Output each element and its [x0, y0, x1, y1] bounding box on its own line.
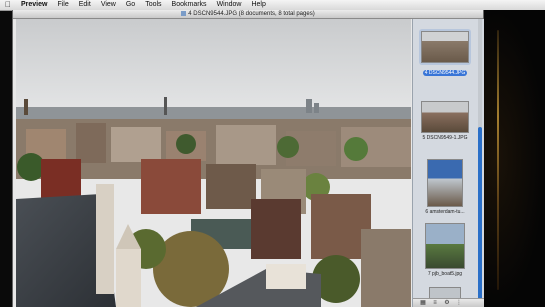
main-photo[interactable] [16, 19, 411, 307]
amsterdam-photo [16, 19, 411, 307]
list-view-icon[interactable]: ≡ [431, 300, 439, 306]
thumbnail-caption: 6 amsterdam-tu... [425, 209, 465, 215]
light-streak [497, 30, 499, 290]
menu-bookmarks[interactable]: Bookmarks [167, 0, 212, 10]
resize-handle-icon[interactable]: ⋮ [455, 300, 463, 306]
thumbnail-caption: 4 DSCN9544.JPG [422, 70, 468, 76]
menu-app[interactable]: Preview [16, 0, 52, 10]
window-titlebar[interactable]: 4 DSCN9544.JPG (8 documents, 8 total pag… [13, 10, 483, 19]
menu-help[interactable]: Help [246, 0, 270, 10]
thumbnail-caption: 7 pjb_boat5.jpg [427, 271, 463, 277]
action-icon[interactable]: ⚙ [443, 300, 451, 306]
desktop-background [484, 10, 545, 307]
thumbnail-item[interactable]: 5 DSCN9549-1.JPG [413, 101, 477, 141]
thumbnail-image [421, 31, 469, 63]
thumbnail-sidebar: 4 DSCN9544.JPG 5 DSCN9549-1.JPG 6 amster… [412, 19, 484, 307]
thumbnail-item[interactable]: 4 DSCN9544.JPG [413, 29, 477, 76]
menu-edit[interactable]: Edit [74, 0, 96, 10]
thumbnail-image [421, 101, 469, 133]
scrollbar-thumb[interactable] [478, 127, 482, 307]
thumbnail-item[interactable]: 7 pjb_boat5.jpg [413, 223, 477, 277]
apple-icon[interactable]:  [0, 0, 16, 10]
window-title: 4 DSCN9544.JPG (8 documents, 8 total pag… [188, 11, 315, 17]
menu-go[interactable]: Go [121, 0, 140, 10]
sidebar-bottom-bar: ▦ ≡ ⚙ ⋮ [413, 298, 484, 307]
document-icon [181, 11, 187, 16]
menu-view[interactable]: View [96, 0, 121, 10]
thumbnail-caption: 5 DSCN9549-1.JPG [422, 135, 468, 141]
menu-tools[interactable]: Tools [140, 0, 166, 10]
preview-window: 4 DSCN9544.JPG (8 documents, 8 total pag… [12, 10, 484, 307]
grid-view-icon[interactable]: ▦ [419, 300, 427, 306]
thumbnail-item[interactable]: 6 amsterdam-tu... [413, 159, 477, 215]
menu-window[interactable]: Window [212, 0, 247, 10]
thumbnail-image [427, 159, 463, 207]
thumbnail-image [425, 223, 465, 269]
menu-file[interactable]: File [52, 0, 73, 10]
